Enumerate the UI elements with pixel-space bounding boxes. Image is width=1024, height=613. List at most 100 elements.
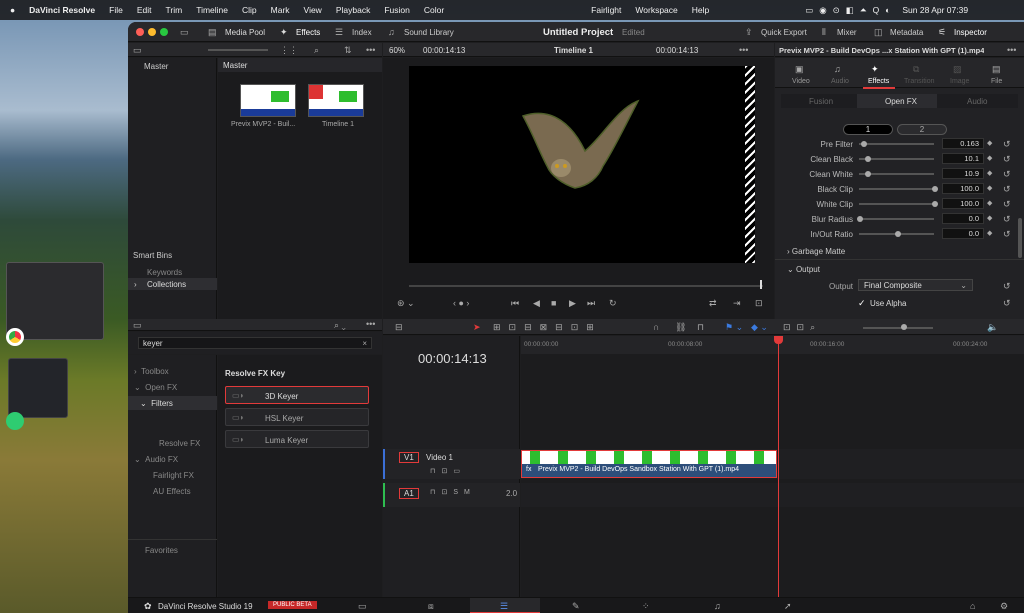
param-knob[interactable] <box>932 186 938 192</box>
param-value[interactable]: 0.163 <box>942 138 984 149</box>
param-knob[interactable] <box>864 156 871 162</box>
apple-icon[interactable]: ● <box>10 5 15 15</box>
thumb-size-slider[interactable] <box>208 49 268 51</box>
keyer-tab-2[interactable]: 2 <box>897 124 947 135</box>
menu-playback[interactable]: Playback <box>336 5 371 15</box>
sound-library-button[interactable]: Sound Library <box>404 28 454 37</box>
inspector-more-icon[interactable]: ••• <box>1007 45 1016 55</box>
keyframe-icon[interactable]: ◆ <box>987 229 992 239</box>
tree-filters[interactable]: ⌄ Filters <box>128 396 217 410</box>
menu-fairlight[interactable]: Fairlight <box>591 5 621 15</box>
tree-audiofx[interactable]: ⌄ Audio FX <box>134 455 178 464</box>
play-reverse-icon[interactable]: ◀ <box>533 298 540 308</box>
marker-icon[interactable]: ◆ ⌄ <box>751 322 768 332</box>
close-button[interactable] <box>136 28 144 36</box>
effect-3d-keyer[interactable]: ▭◗ 3D Keyer <box>225 386 369 404</box>
param-knob[interactable] <box>932 201 938 207</box>
inspector-button[interactable]: Inspector <box>954 28 987 37</box>
a1-track-controls[interactable]: ⊓⊡SM <box>430 488 476 498</box>
param-value[interactable]: 100.0 <box>942 183 984 194</box>
tree-openfx[interactable]: ⌄ Open FX <box>134 383 177 392</box>
timeline-thumbnail[interactable] <box>308 84 364 117</box>
go-to-end-icon[interactable]: ⏭ <box>587 298 595 308</box>
page-color-icon[interactable]: ⁘ <box>642 601 650 611</box>
match-frame-icon[interactable]: ⇄ <box>709 298 717 308</box>
v1-badge[interactable]: V1 <box>399 452 419 463</box>
media-pool-button[interactable]: Media Pool <box>225 28 265 37</box>
page-deliver-icon[interactable]: ➚ <box>784 601 792 611</box>
playhead-handle[interactable] <box>774 336 783 344</box>
inspector-icon[interactable]: ⚟ <box>938 27 946 37</box>
scrubber-playhead[interactable] <box>760 280 762 289</box>
keyframe-icon[interactable]: ◆ <box>987 184 992 194</box>
zoom-level[interactable]: 60% <box>389 46 405 55</box>
volume-icon[interactable]: 🔈 <box>987 322 998 332</box>
go-to-start-icon[interactable]: ⏮ <box>511 298 519 308</box>
zoom-icons[interactable]: ⊡⊡⌕ <box>783 322 821 332</box>
param-value[interactable]: 10.9 <box>942 168 984 179</box>
viewer-mode-icon[interactable]: ⊛ ⌄ <box>397 298 415 308</box>
media-pool-icon[interactable]: ▤ <box>208 27 217 37</box>
keywords-bin[interactable]: Keywords <box>147 268 182 277</box>
reset-icon[interactable]: ↺ <box>1003 169 1011 179</box>
stop-icon[interactable]: ■ <box>551 298 556 308</box>
menu-mark[interactable]: Mark <box>271 5 290 15</box>
menu-clip[interactable]: Clip <box>242 5 257 15</box>
subtab-audio[interactable]: Audio <box>967 97 987 106</box>
metadata-icon[interactable]: ◫ <box>874 27 883 37</box>
snap-icon[interactable]: ∩ <box>653 322 659 332</box>
sort-icon[interactable]: ⇅ <box>344 45 352 55</box>
param-knob[interactable] <box>857 216 863 222</box>
export-icon[interactable]: ⇪ <box>745 27 753 37</box>
output-section-header[interactable]: ⌄ Output <box>787 265 820 274</box>
reset-icon[interactable]: ↺ <box>1003 139 1011 149</box>
param-value[interactable]: 0.0 <box>942 228 984 239</box>
effect-hsl-keyer[interactable]: ▭◗ HSL Keyer <box>225 408 369 426</box>
param-slider[interactable] <box>859 188 934 190</box>
mixer-button[interactable]: Mixer <box>837 28 857 37</box>
video-clip[interactable]: fx Previx MVP2 - Build DevOps Sandbox St… <box>521 450 777 478</box>
keyframe-icon[interactable]: ◆ <box>987 169 992 179</box>
param-slider[interactable] <box>859 218 934 220</box>
page-media-icon[interactable]: ▭ <box>358 601 367 611</box>
bin-list-toggle-icon[interactable]: ▭ <box>133 45 142 55</box>
param-slider[interactable] <box>859 203 934 205</box>
settings-icon[interactable]: ⚙ <box>1000 601 1008 611</box>
tab-file[interactable]: File <box>991 78 1002 85</box>
subtab-fusion[interactable]: Fusion <box>809 97 833 106</box>
minimize-button[interactable] <box>148 28 156 36</box>
garbage-matte-header[interactable]: › Garbage Matte <box>787 247 845 256</box>
zoom-button[interactable] <box>160 28 168 36</box>
reset-icon[interactable]: ↺ <box>1003 229 1011 239</box>
a1-badge[interactable]: A1 <box>399 488 419 499</box>
tab-transition[interactable]: Transition <box>904 78 934 85</box>
output-reset-icon[interactable]: ↺ <box>1003 281 1011 291</box>
menu-trim[interactable]: Trim <box>166 5 183 15</box>
keyframe-icon[interactable]: ◆ <box>987 139 992 149</box>
view-grid-icon[interactable]: ⋮⋮ <box>280 45 298 55</box>
tab-video[interactable]: Video <box>792 78 810 85</box>
tree-aueffects[interactable]: AU Effects <box>153 487 191 496</box>
mark-in-icon[interactable]: ⇥ <box>733 298 741 308</box>
keyframe-icon[interactable]: ◆ <box>987 154 992 164</box>
more-options-icon[interactable]: ••• <box>366 45 375 55</box>
param-value[interactable]: 0.0 <box>942 213 984 224</box>
page-fairlight-icon[interactable]: ♫ <box>714 601 721 611</box>
menu-timeline[interactable]: Timeline <box>196 5 228 15</box>
keyframe-icon[interactable]: ◆ <box>987 199 992 209</box>
mark-out-icon[interactable]: ⊡ <box>755 298 763 308</box>
menu-help[interactable]: Help <box>692 5 709 15</box>
param-knob[interactable] <box>865 171 872 177</box>
index-icon[interactable]: ☰ <box>335 27 343 37</box>
subtab-openfx[interactable]: Open FX <box>885 97 917 106</box>
home-icon[interactable]: ⌂ <box>970 601 975 611</box>
tab-effects[interactable]: Effects <box>868 78 889 85</box>
desktop-window-thumbnail-2[interactable] <box>8 358 68 418</box>
whatsapp-icon[interactable] <box>6 412 24 430</box>
flag-icon[interactable]: ⚑ ⌄ <box>725 322 743 332</box>
reset-icon[interactable]: ↺ <box>1003 184 1011 194</box>
layout-icon[interactable]: ▭ <box>180 27 189 37</box>
time-ruler[interactable] <box>521 336 1024 354</box>
reset-icon[interactable]: ↺ <box>1003 214 1011 224</box>
effect-luma-keyer[interactable]: ▭◗ Luma Keyer <box>225 430 369 448</box>
